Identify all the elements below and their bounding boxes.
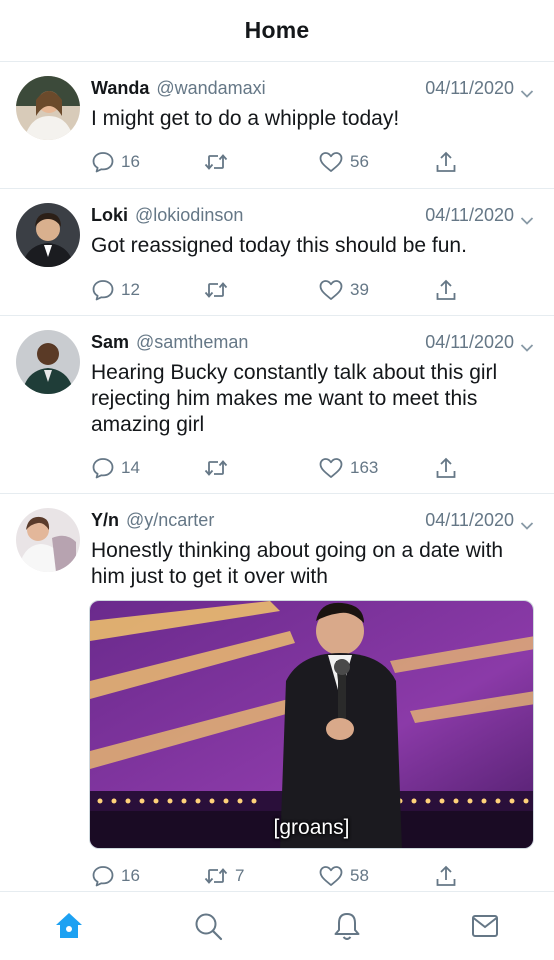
avatar[interactable] [16, 508, 80, 572]
display-name[interactable]: Loki [91, 205, 128, 226]
gif-caption: [groans] [273, 816, 350, 839]
user-handle[interactable]: @wandamaxi [156, 78, 265, 99]
display-name[interactable]: Y/n [91, 510, 119, 531]
heart-icon [318, 456, 344, 480]
retweet-icon [203, 864, 229, 888]
tab-notifications[interactable] [331, 910, 363, 942]
retweet-count: 7 [235, 866, 245, 885]
like-button[interactable]: 39 [318, 278, 369, 302]
messages-envelope-icon [469, 910, 501, 942]
share-icon [434, 278, 458, 302]
reply-button[interactable]: 12 [91, 278, 140, 302]
avatar[interactable] [16, 330, 80, 394]
chevron-down-icon[interactable] [520, 210, 534, 225]
tweet-text: Hearing Bucky constantly talk about this… [91, 361, 498, 436]
retweet-button[interactable] [203, 278, 235, 302]
heart-icon [318, 278, 344, 302]
top-header: Home [0, 0, 554, 62]
user-handle[interactable]: @samtheman [136, 332, 248, 353]
tweet-date: 04/11/2020 [425, 331, 514, 352]
tab-home[interactable] [53, 910, 85, 942]
page-title: Home [244, 17, 310, 43]
chevron-down-icon[interactable] [520, 515, 534, 530]
retweet-button[interactable] [203, 456, 235, 480]
like-button[interactable]: 56 [318, 150, 369, 174]
reply-count: 16 [121, 866, 140, 885]
tweet-text: Honestly thinking about going on a date … [91, 539, 504, 588]
notifications-bell-icon [331, 910, 363, 942]
chevron-down-icon[interactable] [520, 83, 534, 98]
share-button[interactable] [434, 864, 458, 888]
like-count: 39 [350, 280, 369, 299]
avatar[interactable] [16, 203, 80, 267]
tab-search[interactable] [192, 910, 224, 942]
heart-icon [318, 150, 344, 174]
share-icon [434, 864, 458, 888]
tweet-text: Got reassigned today this should be fun. [91, 234, 467, 257]
tweet-header: Y/n @y/ncarter 04/11/2020 [91, 508, 534, 532]
tweet-actions: 12 39 [91, 278, 471, 302]
reply-icon [91, 150, 115, 174]
reply-button[interactable]: 16 [91, 150, 140, 174]
tweet-text: I might get to do a whipple today! [91, 107, 400, 130]
like-button[interactable]: 163 [318, 456, 378, 480]
heart-icon [318, 864, 344, 888]
chevron-down-icon[interactable] [520, 337, 534, 352]
retweet-icon [203, 150, 229, 174]
home-icon [53, 910, 85, 942]
tab-messages[interactable] [469, 910, 501, 942]
tweet-header: Loki @lokiodinson 04/11/2020 [91, 203, 534, 227]
reply-icon [91, 456, 115, 480]
tweet-actions: 16 7 58 [91, 864, 471, 888]
display-name[interactable]: Wanda [91, 78, 149, 99]
share-button[interactable] [434, 456, 458, 480]
reply-count: 16 [121, 152, 140, 171]
avatar[interactable] [16, 76, 80, 140]
tweet-date: 04/11/2020 [425, 509, 514, 530]
reply-button[interactable]: 16 [91, 864, 140, 888]
reply-icon [91, 864, 115, 888]
reply-count: 12 [121, 280, 140, 299]
tweet-actions: 14 163 [91, 456, 471, 480]
share-icon [434, 150, 458, 174]
tweet-header: Sam @samtheman 04/11/2020 [91, 330, 534, 354]
tweet[interactable]: Wanda @wandamaxi 04/11/2020 I might get … [0, 62, 554, 189]
reply-button[interactable]: 14 [91, 456, 140, 480]
like-count: 163 [350, 458, 379, 477]
tweet-media-gif[interactable]: [groans] [89, 600, 534, 849]
like-count: 58 [350, 866, 369, 885]
retweet-icon [203, 456, 229, 480]
share-button[interactable] [434, 278, 458, 302]
tweet-actions: 16 56 [91, 150, 471, 174]
tweet[interactable]: Sam @samtheman 04/11/2020 Hearing Bucky … [0, 316, 554, 494]
display-name[interactable]: Sam [91, 332, 129, 353]
reply-count: 14 [121, 458, 140, 477]
tweet[interactable]: Loki @lokiodinson 04/11/2020 Got reassig… [0, 189, 554, 316]
bottom-tab-bar [0, 891, 554, 960]
user-handle[interactable]: @y/ncarter [126, 510, 214, 531]
user-handle[interactable]: @lokiodinson [135, 205, 243, 226]
share-button[interactable] [434, 150, 458, 174]
tweet-date: 04/11/2020 [425, 204, 514, 225]
retweet-button[interactable]: 7 [203, 864, 244, 888]
like-count: 56 [350, 152, 369, 171]
search-icon [192, 910, 224, 942]
retweet-icon [203, 278, 229, 302]
tweet-date: 04/11/2020 [425, 77, 514, 98]
tweet-header: Wanda @wandamaxi 04/11/2020 [91, 76, 534, 100]
retweet-button[interactable] [203, 150, 235, 174]
share-icon [434, 456, 458, 480]
reply-icon [91, 278, 115, 302]
like-button[interactable]: 58 [318, 864, 369, 888]
